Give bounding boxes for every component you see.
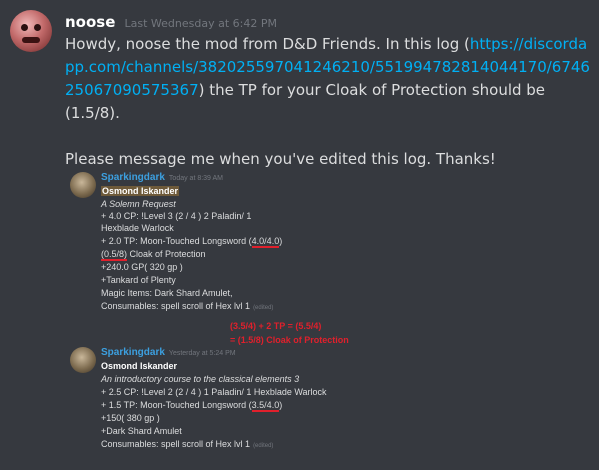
embed1-class-line: Hexblade Warlock (101, 223, 174, 233)
embed2-cp-line: + 2.5 CP: !Level 2 (2 / 4 ) 1 Paladin/ 1… (101, 387, 327, 397)
embed2-character-name: Osmond Iskander (101, 361, 178, 371)
embed1-subtitle: A Solemn Request (101, 199, 176, 209)
embed2-timestamp: Yesterday at 5:24 PM (168, 350, 236, 357)
embed1-author-name: Sparkingdark (101, 172, 165, 183)
message-content: Howdy, noose the mod from D&D Friends. I… (65, 33, 590, 171)
message-paragraph-1: Howdy, noose the mod from D&D Friends. I… (65, 33, 590, 125)
embed1-name-highlight: Osmond Iskander (101, 186, 180, 196)
embed1-cloak-suffix: Cloak of Protection (127, 249, 206, 259)
embed2-edited-tag: (edited) (253, 443, 274, 449)
embed2-subtitle: An introductory course to the classical … (101, 374, 300, 384)
embed2-gp-line: +150( 380 gp ) (101, 413, 160, 423)
embed1-cloak-value: (0.5/8) (101, 249, 128, 261)
embed1-magic-line: Magic Items: Dark Shard Amulet, (101, 288, 233, 298)
message-text-before-link: Howdy, noose the mod from D&D Friends. I… (65, 35, 470, 53)
embed2-tp-line: + 1.5 TP: Moon-Touched Longsword (3.5/4.… (101, 399, 283, 412)
embed1-character-name: Osmond Iskander (101, 185, 180, 197)
embed1-edited-tag: (edited) (253, 305, 274, 311)
embedded-screenshot: Sparkingdark Today at 8:39 AM Osmond Iska… (65, 167, 383, 467)
embed1-tankard-line: +Tankard of Plenty (101, 275, 176, 285)
embed2-amulet-line: +Dark Shard Amulet (101, 426, 182, 436)
author-name[interactable]: noose (65, 13, 115, 31)
embed2-tp-prefix: + 1.5 TP: Moon-Touched Longsword ( (101, 400, 252, 410)
embed1-tp-prefix: + 2.0 TP: Moon-Touched Longsword ( (101, 236, 252, 246)
avatar-eye-right (34, 24, 41, 31)
message-header: noose Last Wednesday at 6:42 PM (65, 12, 277, 31)
embed2-author-name: Sparkingdark (101, 347, 165, 358)
embed1-avatar (70, 172, 96, 198)
embed2-tp-suffix: ) (279, 400, 283, 410)
embed1-timestamp: Today at 8:39 AM (168, 175, 224, 182)
embed1-consumables-line: Consumables: spell scroll of Hex lvl 1 (e… (101, 300, 273, 314)
embed1-cloak-line: (0.5/8) Cloak of Protection (101, 248, 206, 261)
embed2-consumables-line: Consumables: spell scroll of Hex lvl 1 (e… (101, 438, 273, 452)
avatar-mouth (22, 37, 40, 43)
user-avatar[interactable] (10, 10, 52, 52)
avatar-eye-left (21, 24, 28, 31)
embed1-tp-suffix: ) (279, 236, 283, 246)
embed1-tp-value: 4.0/4.0 (251, 236, 280, 248)
embed2-consumables-text: Consumables: spell scroll of Hex lvl 1 (101, 439, 251, 449)
message-timestamp: Last Wednesday at 6:42 PM (124, 17, 277, 30)
embed1-cp-line: + 4.0 CP: !Level 3 (2 / 4 ) 2 Paladin/ 1 (101, 211, 252, 221)
embed1-tp-line: + 2.0 TP: Moon-Touched Longsword (4.0/4.… (101, 235, 283, 248)
embed1-consumables-text: Consumables: spell scroll of Hex lvl 1 (101, 301, 251, 311)
embed1-gp-line: +240.0 GP( 320 gp ) (101, 262, 183, 272)
embed2-tp-value: 3.5/4.0 (251, 400, 280, 412)
embed2-avatar (70, 347, 96, 373)
annotation-result: = (1.5/8) Cloak of Protection (230, 335, 349, 345)
embed1-author: Sparkingdark Today at 8:39 AM (101, 172, 223, 183)
embed2-author: Sparkingdark Yesterday at 5:24 PM (101, 347, 236, 358)
annotation-calculation: (3.5/4) + 2 TP = (5.5/4) (230, 321, 322, 331)
